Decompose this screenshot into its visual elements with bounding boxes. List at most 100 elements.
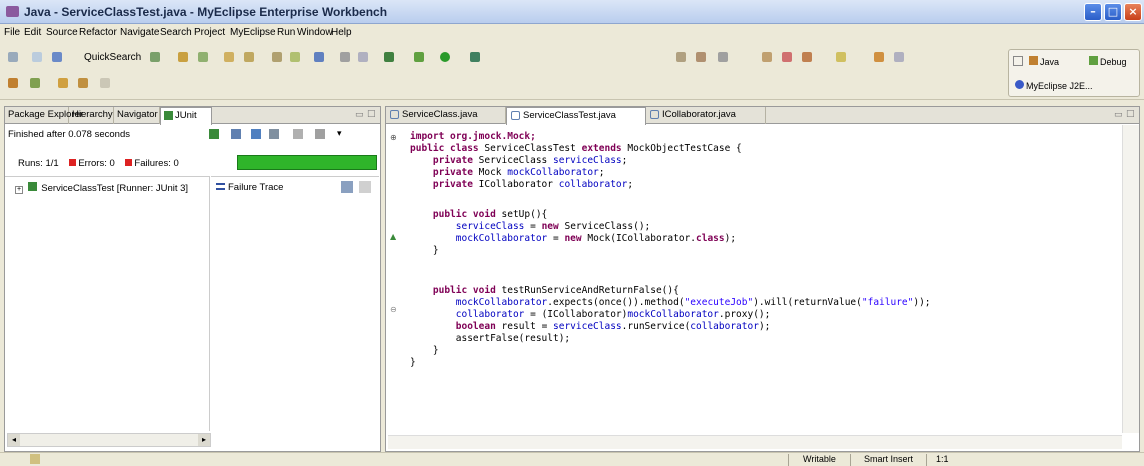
rerun-failed-icon[interactable]	[269, 129, 279, 139]
code-token: public void	[410, 285, 502, 296]
new-class-icon[interactable]	[8, 78, 18, 88]
fast-view-icon[interactable]	[30, 454, 40, 464]
tab-serviceclass-label: ServiceClass.java	[402, 109, 478, 120]
menu-file[interactable]: File	[4, 27, 20, 38]
maximize-editor-icon[interactable]: □	[1126, 109, 1135, 119]
pin-icon[interactable]	[874, 52, 884, 62]
menu-navigate[interactable]: Navigate	[120, 27, 159, 38]
last-edit-icon[interactable]	[100, 78, 110, 88]
build-icon[interactable]	[178, 52, 188, 62]
new-package-icon[interactable]	[30, 78, 40, 88]
next-failure-icon[interactable]	[209, 129, 219, 139]
tab-icollaborator-java[interactable]: ICollaborator.java	[646, 107, 766, 124]
menu-run[interactable]: Run	[277, 27, 295, 38]
open-icon[interactable]	[32, 52, 42, 62]
menu-edit[interactable]: Edit	[24, 27, 41, 38]
next-annotation-icon[interactable]	[802, 52, 812, 62]
scroll-right-icon[interactable]: ▸	[198, 434, 210, 446]
browser-icon[interactable]	[272, 52, 282, 62]
fold-icon[interactable]: ⊖	[390, 305, 400, 314]
menu-window[interactable]: Window	[297, 27, 333, 38]
menu-refactor[interactable]: Refactor	[79, 27, 117, 38]
tab-junit[interactable]: JUnit	[160, 107, 212, 125]
tab-serviceclasstest-java[interactable]: ServiceClassTest.java	[506, 107, 646, 125]
expand-icon[interactable]: +	[15, 186, 23, 194]
open-perspective-icon[interactable]	[1013, 56, 1023, 66]
tab-hierarchy[interactable]: Hierarchy	[69, 107, 114, 124]
scroll-left-icon[interactable]: ◂	[8, 434, 20, 446]
back-icon[interactable]	[58, 78, 68, 88]
tab-package-explorer[interactable]: Package Explorer	[5, 107, 83, 124]
code-token: private	[410, 179, 479, 190]
run-icon[interactable]	[440, 52, 450, 62]
perspective-myeclipse[interactable]: MyEclipse J2E...	[1015, 80, 1093, 91]
quick-search-button[interactable]: QuickSearch	[84, 52, 141, 63]
search-files-icon[interactable]	[676, 52, 686, 62]
runs-label: Runs:	[18, 158, 43, 169]
minimize-button[interactable]: –	[1084, 3, 1102, 21]
minimize-view-icon[interactable]: ▭	[355, 110, 364, 120]
debug-icon[interactable]	[414, 52, 424, 62]
code-token: );	[758, 321, 771, 332]
code-token: mockCollaborator	[507, 167, 599, 178]
fold-icon[interactable]: ⊕	[390, 133, 400, 142]
maximize-button[interactable]: □	[1104, 3, 1122, 21]
failure-trace-panel: Failure Trace	[211, 176, 379, 431]
code-token: "executeJob"	[684, 297, 754, 308]
server-stop-icon[interactable]	[244, 52, 254, 62]
save-icon[interactable]	[52, 52, 62, 62]
tab-serviceclass-java[interactable]: ServiceClass.java	[386, 107, 506, 124]
filter-stack-icon[interactable]	[341, 181, 353, 193]
test-tree-item[interactable]: + ServiceClassTest [Runner: JUnit 3]	[15, 182, 188, 194]
prev-annotation-icon[interactable]	[782, 52, 792, 62]
perspective-java[interactable]: Java	[1029, 56, 1059, 67]
annotation-icon[interactable]	[762, 52, 772, 62]
tab-navigator[interactable]: Navigator	[114, 107, 160, 124]
code-token: public class	[410, 143, 485, 154]
perspective-debug[interactable]: Debug	[1089, 56, 1127, 67]
menu-source[interactable]: Source	[46, 27, 78, 38]
server-icon[interactable]	[224, 52, 234, 62]
editor-vertical-scrollbar[interactable]	[1122, 125, 1139, 433]
close-button[interactable]: ×	[1124, 3, 1142, 21]
compare-icon[interactable]	[359, 181, 371, 193]
code-token: public void	[410, 209, 502, 220]
code-editor[interactable]: import org.jmock.Mock; public class Serv…	[410, 131, 1120, 431]
check-icon[interactable]	[150, 52, 160, 62]
hierarchy-icon[interactable]	[340, 52, 350, 62]
override-marker-icon[interactable]: ▲	[390, 232, 400, 241]
link-icon[interactable]	[894, 52, 904, 62]
stop-icon[interactable]	[293, 129, 303, 139]
menu-search[interactable]: Search	[160, 27, 192, 38]
menu-help[interactable]: Help	[331, 27, 352, 38]
folder-icon[interactable]	[836, 52, 846, 62]
search-java-icon[interactable]	[696, 52, 706, 62]
deploy-icon[interactable]	[198, 52, 208, 62]
wizard-icon[interactable]	[290, 52, 300, 62]
code-token: private	[410, 167, 479, 178]
code-line: public class ServiceClassTest extends Mo…	[410, 143, 742, 156]
code-token: new	[541, 221, 565, 232]
view-menu-icon[interactable]: ▾	[337, 129, 342, 139]
outline-icon[interactable]	[358, 52, 368, 62]
history-icon[interactable]	[315, 129, 325, 139]
menu-project[interactable]: Project	[194, 27, 225, 38]
left-view-tabs: Package Explorer Hierarchy Navigator JUn…	[5, 107, 380, 125]
external-tools-icon[interactable]	[470, 52, 480, 62]
rerun-icon[interactable]	[251, 129, 261, 139]
task-icon[interactable]	[718, 52, 728, 62]
code-token: Mock	[478, 167, 508, 178]
globe-icon[interactable]	[314, 52, 324, 62]
minimize-editor-icon[interactable]: ▭	[1114, 110, 1123, 120]
code-line: serviceClass = new ServiceClass();	[410, 221, 651, 234]
forward-icon[interactable]	[78, 78, 88, 88]
tree-horizontal-scrollbar[interactable]: ◂ ▸	[7, 433, 211, 447]
menu-myeclipse[interactable]: MyEclipse	[230, 27, 276, 38]
new-icon[interactable]	[8, 52, 18, 62]
status-separator	[788, 454, 789, 466]
run-debug-icon[interactable]	[384, 52, 394, 62]
editor-horizontal-scrollbar[interactable]	[388, 435, 1122, 449]
scroll-lock-icon[interactable]	[231, 129, 241, 139]
maximize-view-icon[interactable]: □	[367, 109, 376, 119]
